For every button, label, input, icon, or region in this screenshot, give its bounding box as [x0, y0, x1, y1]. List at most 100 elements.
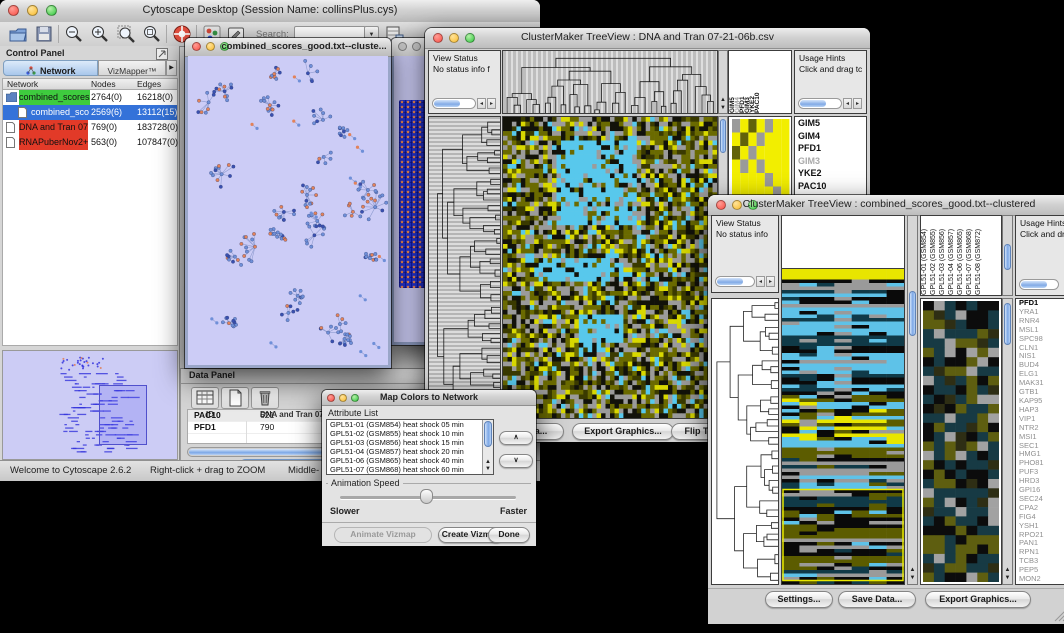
scroll-thumb[interactable] [434, 100, 460, 107]
tabs-overflow-button[interactable]: ▶ [166, 60, 177, 76]
close-button[interactable] [398, 42, 407, 51]
scroll-thumb[interactable] [484, 421, 492, 447]
move-down-button[interactable]: ∨ [499, 454, 533, 468]
zoom-fit-icon[interactable] [116, 24, 136, 44]
column-label[interactable]: GPL51-03 (GSM856) [939, 218, 948, 295]
scroll-thumb[interactable] [720, 119, 726, 153]
tv2-column-dendrogram[interactable] [781, 215, 905, 268]
float-panel-icon[interactable] [156, 48, 168, 60]
attribute-list-scrollbar[interactable]: ▲ ▼ [482, 420, 493, 474]
gene-label[interactable]: HAP3 [1016, 406, 1064, 415]
main-titlebar[interactable]: Cytoscape Desktop (Session Name: collins… [0, 0, 540, 23]
tv2-zoom-heatmap[interactable] [920, 298, 1002, 585]
network-graph[interactable] [188, 56, 388, 363]
speed-slider-thumb[interactable] [420, 489, 433, 504]
network-list-row[interactable]: DNA and Tran 07769(0)183728(0) [3, 120, 177, 135]
tv1-uh-scrollbar[interactable] [798, 98, 842, 109]
gene-label[interactable]: TCB3 [1016, 557, 1064, 566]
minimize-button[interactable] [206, 42, 215, 51]
gene-label[interactable]: SEC24 [1016, 495, 1064, 504]
gene-label[interactable]: YKE2 [795, 167, 866, 180]
close-button[interactable] [716, 200, 726, 210]
scroll-right-icon[interactable]: ▸ [487, 98, 496, 109]
gene-label[interactable]: BUD4 [1016, 361, 1064, 370]
network-list-row[interactable]: RNAPuberNov2+563(0)107847(0) [3, 135, 177, 150]
scroll-thumb[interactable] [1021, 281, 1047, 288]
close-button[interactable] [192, 42, 201, 51]
gene-label[interactable]: SPC98 [1016, 335, 1064, 344]
gene-label[interactable]: VIP1 [1016, 415, 1064, 424]
gene-label[interactable]: SEC1 [1016, 442, 1064, 451]
attribute-list-item[interactable]: GPL51-01 (GSM854) heat shock 05 min [327, 420, 493, 429]
trash-icon[interactable] [251, 387, 279, 409]
network1-titlebar[interactable]: combined_scores_good.txt--cluste... [185, 38, 391, 57]
gene-label[interactable]: MSL1 [1016, 326, 1064, 335]
gene-label[interactable]: GIM4 [795, 130, 866, 143]
save-data-button[interactable]: Save Data... [838, 591, 916, 608]
scroll-left-icon[interactable]: ◂ [843, 98, 852, 109]
attribute-list-item[interactable]: GPL51-02 (GSM855) heat shock 10 min [327, 429, 493, 438]
scroll-left-icon[interactable]: ◂ [477, 98, 486, 109]
scroll-up-icon[interactable]: ▲ [719, 97, 727, 104]
scroll-up-icon[interactable]: ▲ [483, 459, 493, 466]
gene-label[interactable]: MON2 [1016, 575, 1064, 584]
export-graphics-button[interactable]: Export Graphics... [925, 591, 1031, 608]
gene-label[interactable]: GTB1 [1016, 388, 1064, 397]
gene-label[interactable]: PUF3 [1016, 468, 1064, 477]
scroll-left-icon[interactable]: ◂ [756, 276, 765, 287]
column-label[interactable]: GPL51-01 (GSM854) [921, 218, 930, 295]
gene-label[interactable]: MAK31 [1016, 379, 1064, 388]
scroll-right-icon[interactable]: ▸ [853, 98, 862, 109]
column-label[interactable]: PAC10 [754, 53, 759, 113]
gene-label[interactable]: HMG1 [1016, 450, 1064, 459]
tv1-top-scrollbar[interactable]: ▲ ▼ [718, 50, 728, 114]
column-label[interactable]: GPL51-04 (GSM857) [948, 218, 957, 295]
scroll-down-icon[interactable]: ▼ [483, 466, 493, 473]
tv2-uh-scrollbar[interactable] [1019, 279, 1059, 290]
gene-label[interactable]: CPA2 [1016, 504, 1064, 513]
tv2-heatmap[interactable] [781, 268, 905, 585]
tv2-row-dendrogram[interactable] [711, 298, 779, 585]
gene-label[interactable]: PAC10 [795, 180, 866, 193]
column-label[interactable]: GPL51-02 (GSM855) [930, 218, 939, 295]
network-overview-panel[interactable] [2, 350, 178, 460]
attribute-list[interactable]: GPL51-01 (GSM854) heat shock 05 minGPL51… [326, 419, 494, 475]
move-up-button[interactable]: ∧ [499, 431, 533, 445]
scroll-right-icon[interactable]: ▸ [766, 276, 775, 287]
done-button[interactable]: Done [488, 527, 530, 543]
gene-label[interactable]: HRD3 [1016, 477, 1064, 486]
overview-viewport-rect[interactable] [99, 385, 147, 445]
tv1-row-dendrogram[interactable] [428, 116, 501, 419]
network-table-header[interactable]: Network Nodes Edges [2, 78, 178, 90]
network1-canvas[interactable] [188, 56, 388, 365]
gene-label[interactable]: ELG1 [1016, 370, 1064, 379]
gene-label[interactable]: GPI16 [1016, 486, 1064, 495]
scroll-down-icon[interactable]: ▼ [719, 105, 727, 112]
network-list-row[interactable]: combined_scores2764(0)16218(0) [3, 90, 177, 105]
treeview2-titlebar[interactable]: ClusterMaker TreeView : combined_scores_… [708, 195, 1064, 216]
export-graphics-button[interactable]: Export Graphics... [572, 423, 674, 440]
treeview1-titlebar[interactable]: ClusterMaker TreeView : DNA and Tran 07-… [425, 28, 870, 49]
save-icon[interactable] [34, 24, 54, 44]
attribute-list-item[interactable]: GPL51-04 (GSM857) heat shock 20 min [327, 447, 493, 456]
scroll-thumb[interactable] [1004, 303, 1011, 345]
column-label[interactable]: GPL51-07 (GSM868) [966, 218, 975, 295]
gene-label[interactable]: YRA1 [1016, 308, 1064, 317]
gene-label[interactable]: PEP5 [1016, 566, 1064, 575]
column-label[interactable]: GPL51-08 (GSM872) [975, 218, 984, 295]
scroll-thumb[interactable] [800, 100, 826, 107]
tv1-vs-scrollbar[interactable] [432, 98, 476, 109]
gene-label[interactable]: PAN1 [1016, 539, 1064, 548]
zoom-selected-icon[interactable] [142, 24, 162, 44]
gene-label[interactable]: RNR4 [1016, 317, 1064, 326]
scroll-thumb[interactable] [717, 278, 743, 285]
scroll-up-icon[interactable]: ▲ [1003, 567, 1012, 574]
gene-label[interactable]: KAP95 [1016, 397, 1064, 406]
zoom-in-icon[interactable] [90, 24, 110, 44]
gene-label[interactable]: PFD1 [1016, 299, 1064, 308]
scroll-thumb[interactable] [909, 291, 916, 336]
gene-label[interactable]: RPN1 [1016, 548, 1064, 557]
tab-vizmapper[interactable]: VizMapper™ [98, 60, 166, 76]
gene-label[interactable]: PHO81 [1016, 459, 1064, 468]
gene-label[interactable]: PFD1 [795, 142, 866, 155]
